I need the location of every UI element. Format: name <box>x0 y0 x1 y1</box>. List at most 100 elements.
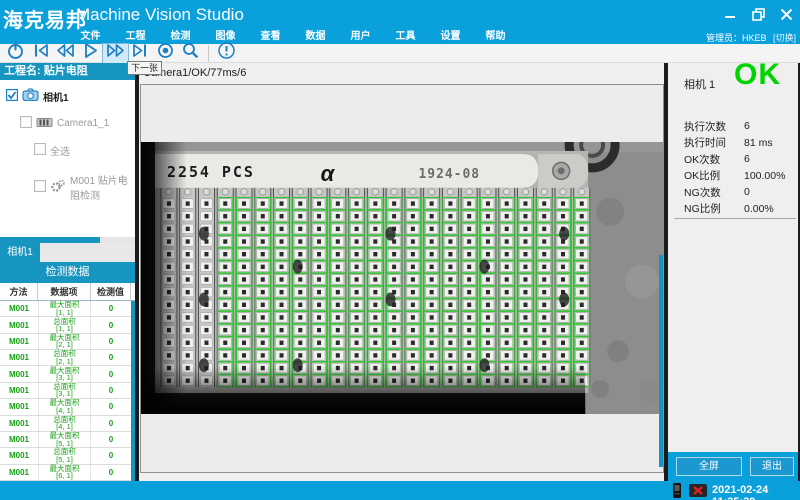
tree-checkbox-0[interactable] <box>6 89 18 104</box>
cell-method: M001 <box>0 451 38 460</box>
menu-item-6[interactable]: 用户 <box>338 30 383 44</box>
tree-item-label: M001 贴片电阻检测 <box>70 172 135 202</box>
table-row[interactable]: M001最大面积[3, 1]0 <box>0 366 131 382</box>
viewer-vertical-scrollbar[interactable] <box>659 255 663 467</box>
toolbar-skip-first-button[interactable] <box>28 44 53 63</box>
device-icon <box>36 117 53 131</box>
toolbar <box>0 44 800 63</box>
toolbar-run-button[interactable] <box>78 44 103 63</box>
cell-method: M001 <box>0 337 38 346</box>
toolbar-prev-image-button[interactable] <box>53 44 78 63</box>
menu-item-9[interactable]: 帮助 <box>473 30 518 44</box>
fullscreen-button[interactable]: 全屏 <box>676 457 742 476</box>
stat-label: NG比例 <box>684 201 744 216</box>
stat-value: 81 ms <box>744 137 773 149</box>
next-image-icon <box>105 41 126 65</box>
table-row[interactable]: M001总面积[3, 1]0 <box>0 383 131 399</box>
stat-value: 6 <box>744 153 750 165</box>
cell-value: 0 <box>91 435 131 444</box>
tree-item-0[interactable]: 相机1 <box>6 88 135 104</box>
user-label: 管理员：HKEB <box>706 33 767 43</box>
camera-tab-row: 相机1 <box>0 243 135 262</box>
toolbar-zoom-button[interactable] <box>178 44 203 63</box>
skip-first-icon <box>31 41 50 65</box>
cell-method: M001 <box>0 386 38 395</box>
stat-label: 执行次数 <box>684 119 744 134</box>
menu-item-5[interactable]: 数据 <box>293 30 338 44</box>
cell-data-item: 总面积[3, 1] <box>38 383 91 398</box>
cell-value: 0 <box>91 451 131 460</box>
table-row[interactable]: M001最大面积[6, 1]0 <box>0 465 131 481</box>
stat-value: 100.00% <box>744 170 785 182</box>
table-row[interactable]: M001最大面积[1, 1]0 <box>0 301 131 317</box>
switch-user-link[interactable]: [切换] <box>773 33 796 43</box>
cell-data-item: 最大面积[3, 1] <box>38 366 91 381</box>
tree-item-3[interactable]: M001 贴片电阻检测 <box>34 172 135 202</box>
toolbar-next-image-button[interactable] <box>103 44 128 63</box>
cell-method: M001 <box>0 402 38 411</box>
cell-value: 0 <box>91 304 131 313</box>
minimize-icon[interactable] <box>722 6 738 22</box>
menu-item-7[interactable]: 工具 <box>383 30 428 44</box>
cell-data-item: 总面积[5, 1] <box>38 448 91 463</box>
device-status-icon <box>670 482 684 500</box>
run-icon <box>81 41 100 65</box>
stat-label: OK比例 <box>684 168 744 183</box>
exit-button[interactable]: 退出 <box>750 457 794 476</box>
cell-data-item: 最大面积[1, 1] <box>38 301 91 316</box>
restore-icon[interactable] <box>750 6 766 22</box>
table-row[interactable]: M001最大面积[5, 1]0 <box>0 432 131 448</box>
power-icon <box>6 41 25 65</box>
table-row[interactable]: M001总面积[2, 1]0 <box>0 350 131 366</box>
error-status-icon <box>688 482 708 500</box>
column-header-0: 方法 <box>0 283 38 300</box>
tree-checkbox-3[interactable] <box>34 180 46 195</box>
detection-table-header: 方法数据项检测值 <box>0 283 135 301</box>
left-splitter[interactable] <box>135 63 139 481</box>
cell-data-item: 最大面积[4, 1] <box>38 399 91 414</box>
table-row[interactable]: M001总面积[4, 1]0 <box>0 416 131 432</box>
prev-image-icon <box>55 41 76 65</box>
tree-item-1[interactable]: Camera1_1 <box>20 116 135 131</box>
toolbar-skip-last-button[interactable] <box>128 44 153 63</box>
cell-value: 0 <box>91 353 131 362</box>
stat-value: 0 <box>744 186 750 198</box>
stat-row-2: OK次数6 <box>684 151 796 168</box>
menu-item-4[interactable]: 查看 <box>248 30 293 44</box>
table-row[interactable]: M001总面积[1, 1]0 <box>0 317 131 333</box>
close-icon[interactable] <box>778 6 794 22</box>
stat-row-4: NG次数0 <box>684 184 796 201</box>
table-row[interactable]: M001最大面积[2, 1]0 <box>0 334 131 350</box>
menu-item-8[interactable]: 设置 <box>428 30 473 44</box>
gear-icon <box>50 179 66 195</box>
tree-item-label: Camera1_1 <box>57 118 109 129</box>
app-title: Machine Vision Studio <box>76 5 244 25</box>
table-row[interactable]: M001总面积[5, 1]0 <box>0 448 131 464</box>
tab-camera1[interactable]: 相机1 <box>0 243 40 262</box>
cell-value: 0 <box>91 370 131 379</box>
stat-row-0: 执行次数6 <box>684 118 796 135</box>
cell-method: M001 <box>0 370 38 379</box>
tree-checkbox-1[interactable] <box>20 116 32 131</box>
tree-checkbox-2[interactable] <box>34 143 46 158</box>
toolbar-record-button[interactable] <box>153 44 178 63</box>
toolbar-alert-button[interactable] <box>214 44 239 63</box>
alert-icon <box>217 41 236 65</box>
cell-method: M001 <box>0 419 38 428</box>
cell-value: 0 <box>91 321 131 330</box>
title-bar: 海克易邦 Machine Vision Studio <box>0 0 800 30</box>
clock-text: 2021-02-24 11:35:39 <box>712 484 800 500</box>
cell-data-item: 总面积[2, 1] <box>38 350 91 365</box>
tree-item-label: 相机1 <box>43 89 69 104</box>
project-tree: 相机1 Camera1_1 全选 M001 贴片电阻检测 <box>0 80 135 237</box>
cell-data-item: 最大面积[2, 1] <box>38 334 91 349</box>
stat-label: NG次数 <box>684 185 744 200</box>
table-row[interactable]: M001最大面积[4, 1]0 <box>0 399 131 415</box>
stat-label: OK次数 <box>684 152 744 167</box>
stat-label: 执行时间 <box>684 135 744 150</box>
camera-image: 2254 PCSα1924-08 <box>141 142 663 414</box>
tree-item-2[interactable]: 全选 <box>34 143 135 158</box>
toolbar-power-button[interactable] <box>3 44 28 63</box>
stat-row-3: OK比例100.00% <box>684 168 796 185</box>
cell-value: 0 <box>91 402 131 411</box>
